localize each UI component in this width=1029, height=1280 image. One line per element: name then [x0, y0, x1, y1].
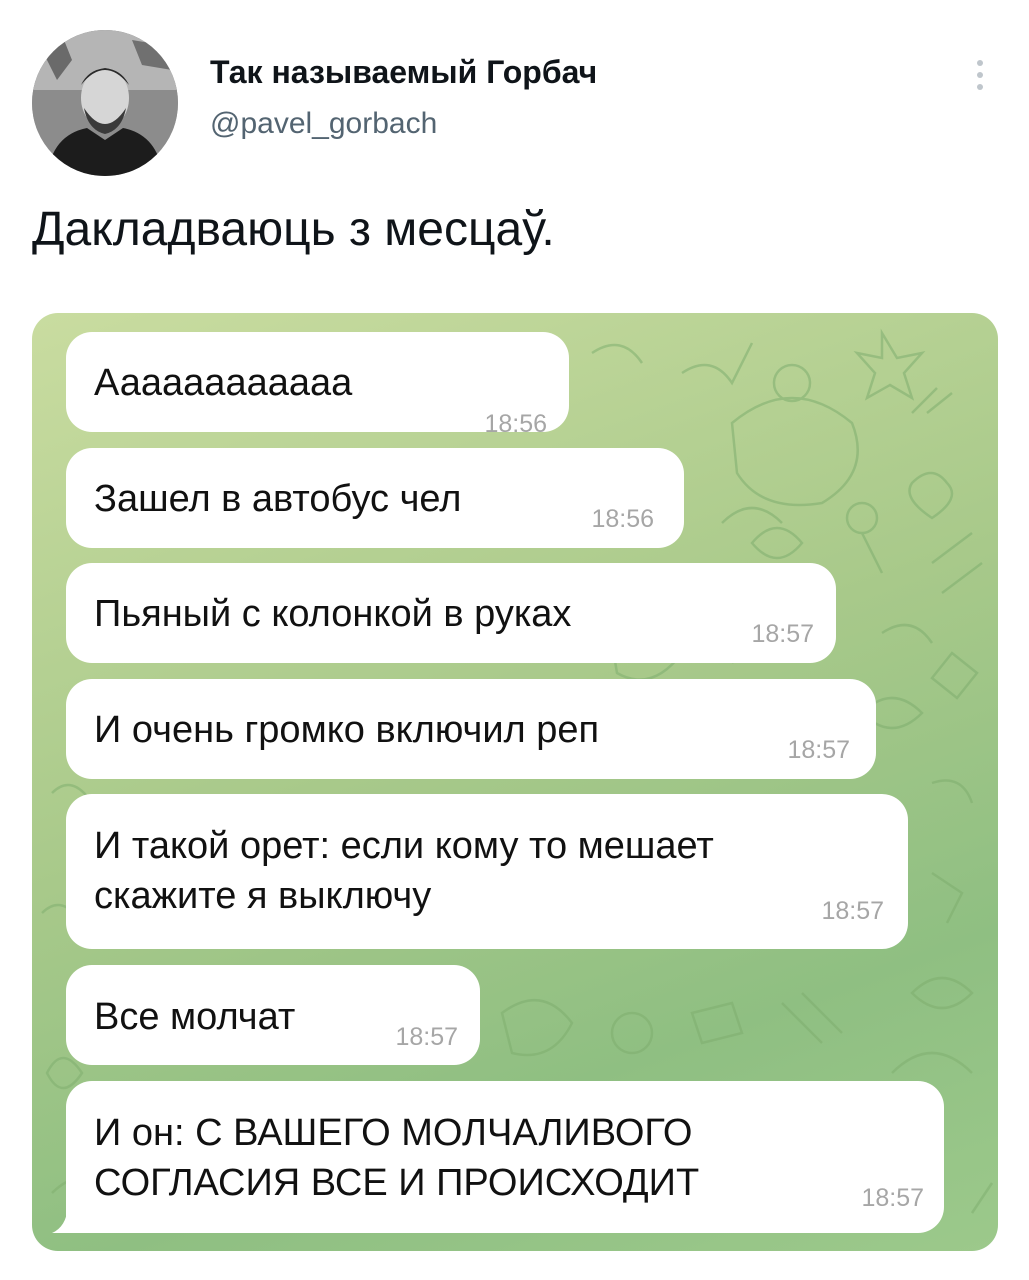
message-bubble: И он: С ВАШЕГО МОЛЧАЛИВОГО СОГЛАСИЯ ВСЕ …: [52, 1081, 944, 1233]
more-vertical-icon[interactable]: [973, 60, 987, 100]
tweet-header: Так называемый Горбач @pavel_gorbach: [32, 30, 997, 180]
message-text: Аааааааааааа: [94, 362, 353, 404]
message-text-line-2: скажите я выключу: [94, 875, 432, 917]
user-handle[interactable]: @pavel_gorbach: [210, 104, 597, 144]
message-text-line-1: И такой орет: если кому то мешает: [94, 825, 714, 867]
message-bubble: И такой орет: если кому то мешает скажит…: [66, 794, 908, 949]
message-time: 18:57: [861, 1184, 924, 1212]
message-text: Все молчат: [94, 996, 296, 1038]
message-time: 18:57: [395, 1023, 458, 1051]
message-text: Пьяный с колонкой в руках: [94, 593, 572, 635]
author-names: Так называемый Горбач @pavel_gorbach: [210, 52, 597, 144]
message-bubble: Аааааааааааа 18:56: [66, 332, 569, 438]
display-name[interactable]: Так называемый Горбач: [210, 52, 597, 92]
message-time: 18:57: [821, 897, 884, 925]
tweet-text: Дакладваюць з месцаў.: [32, 203, 555, 256]
message-time: 18:56: [591, 505, 654, 533]
message-bubble: Зашел в автобус чел 18:56: [66, 448, 684, 548]
message-text: Зашел в автобус чел: [94, 478, 462, 520]
bubble-tail-icon: [52, 1207, 82, 1233]
avatar[interactable]: [32, 30, 178, 176]
message-text: И очень громко включил реп: [94, 709, 600, 751]
message-time: 18:57: [787, 736, 850, 764]
message-time: 18:56: [484, 410, 547, 438]
message-text-line-1: И он: С ВАШЕГО МОЛЧАЛИВОГО: [94, 1112, 693, 1154]
message-time: 18:57: [751, 620, 814, 648]
chat-screenshot: Аааааааааааа 18:56 Зашел в автобус чел 1…: [32, 313, 998, 1251]
message-text-line-2: СОГЛАСИЯ ВСЕ И ПРОИСХОДИТ: [94, 1162, 700, 1204]
message-bubble: Пьяный с колонкой в руках 18:57: [66, 563, 836, 663]
message-bubble: И очень громко включил реп 18:57: [66, 679, 876, 779]
message-bubble: Все молчат 18:57: [66, 965, 480, 1065]
